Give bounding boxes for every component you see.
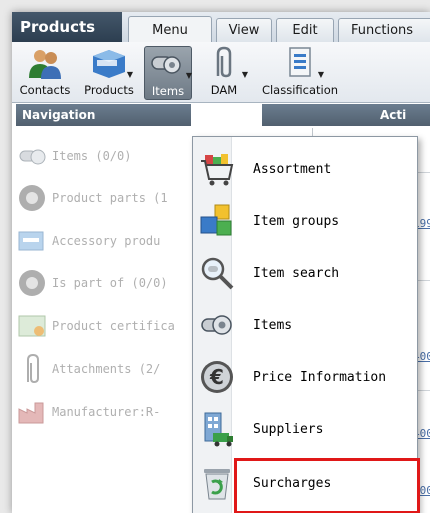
menu-item-assortment[interactable]: Assortment bbox=[193, 143, 417, 195]
navigation-header-label: Navigation bbox=[22, 108, 96, 122]
nav-item-product-certificates[interactable]: Product certifica bbox=[16, 309, 216, 343]
nav-item-label: Accessory produ bbox=[52, 234, 161, 248]
magnifier-icon bbox=[199, 255, 235, 291]
euro-icon: € bbox=[199, 359, 235, 395]
nav-item-label: Is part of (0/0) bbox=[52, 276, 168, 290]
accessory-icon bbox=[16, 226, 50, 256]
menu-item-label: Item groups bbox=[253, 213, 340, 229]
content-header-label: Acti bbox=[380, 108, 407, 122]
nav-item-accessory-products[interactable]: Accessory produ bbox=[16, 224, 216, 258]
tab-view[interactable]: View bbox=[216, 18, 272, 42]
tab-edit[interactable]: Edit bbox=[276, 18, 334, 42]
contacts-icon bbox=[25, 46, 65, 80]
items-icon bbox=[16, 141, 50, 171]
nav-item-label: Items (0/0) bbox=[52, 149, 132, 163]
tire-icon bbox=[16, 183, 50, 213]
ribbon-label: Products bbox=[84, 83, 134, 97]
nav-item-label: Attachments (2/ bbox=[52, 362, 161, 376]
nav-item-is-part-of[interactable]: Is part of (0/0) bbox=[16, 266, 216, 300]
chevron-down-icon: ▼ bbox=[241, 70, 248, 79]
tab-label: Menu bbox=[152, 22, 188, 38]
menu-item-items[interactable]: Items bbox=[193, 299, 417, 351]
chevron-down-icon: ▼ bbox=[317, 70, 324, 79]
factory-icon bbox=[16, 397, 50, 427]
ribbon-toolbar: Contacts ▼ Products ▼ Items ▼ DAM ▼ Clas… bbox=[12, 42, 430, 103]
classification-button[interactable]: ▼ Classification bbox=[256, 46, 344, 100]
navigation-header: Navigation bbox=[16, 104, 191, 126]
nav-item-manufacturer[interactable]: Manufacturer:R- bbox=[16, 395, 216, 429]
ribbon-label: Contacts bbox=[19, 83, 71, 97]
products-button[interactable]: ▼ Products bbox=[80, 46, 138, 100]
items-icon: ▼ bbox=[148, 47, 192, 81]
products-icon: ▼ bbox=[89, 46, 133, 80]
nav-item-product-parts[interactable]: Product parts (1 bbox=[16, 181, 216, 215]
nav-item-items[interactable]: Items (0/0) bbox=[16, 139, 216, 173]
cubes-icon bbox=[199, 203, 235, 239]
chevron-down-icon: ▼ bbox=[185, 71, 192, 80]
svg-text:€: € bbox=[209, 365, 224, 389]
items-button[interactable]: ▼ Items bbox=[144, 46, 192, 100]
app-tab-products[interactable]: Products bbox=[12, 12, 122, 42]
nav-item-label: Product parts (1 bbox=[52, 191, 168, 205]
nav-item-label: Product certifica bbox=[52, 319, 175, 333]
items-icon bbox=[199, 307, 235, 343]
menu-item-item-search[interactable]: Item search bbox=[193, 247, 417, 299]
menu-item-label: Item search bbox=[253, 265, 340, 281]
menu-item-label: Items bbox=[253, 317, 293, 333]
menu-item-label: Suppliers bbox=[253, 421, 324, 437]
tire-icon bbox=[16, 268, 50, 298]
classification-icon: ▼ bbox=[280, 46, 324, 80]
paperclip-icon bbox=[16, 353, 50, 384]
tab-label: View bbox=[228, 23, 260, 38]
menu-item-label: Assortment bbox=[253, 161, 332, 177]
nav-item-attachments[interactable]: Attachments (2/ bbox=[16, 352, 216, 386]
tab-label: Edit bbox=[292, 23, 318, 38]
certificate-icon bbox=[16, 311, 50, 341]
recycle-bin-icon bbox=[199, 465, 235, 501]
paperclip-icon: ▼ bbox=[204, 46, 248, 80]
items-dropdown-menu: Assortment Item groups Item search Items… bbox=[192, 136, 418, 513]
ribbon-label: DAM bbox=[210, 83, 238, 97]
dam-button[interactable]: ▼ DAM bbox=[198, 46, 250, 100]
nav-item-label: Manufacturer:R- bbox=[52, 405, 161, 419]
tab-label: Functions bbox=[351, 23, 414, 38]
contacts-button[interactable]: Contacts bbox=[16, 46, 74, 100]
shopping-cart-icon bbox=[199, 151, 235, 187]
surcharges-highlight-box bbox=[234, 458, 420, 513]
menu-item-price-information[interactable]: € Price Information bbox=[193, 351, 417, 403]
chevron-down-icon: ▼ bbox=[126, 70, 133, 79]
content-header: Acti bbox=[262, 104, 430, 126]
app-tab-label: Products bbox=[20, 18, 96, 36]
building-truck-icon bbox=[199, 411, 235, 447]
menu-item-label: Price Information bbox=[253, 369, 387, 385]
application-window: Products Menu View Edit Functions Contac… bbox=[12, 12, 430, 513]
ribbon-label: Items bbox=[151, 84, 185, 98]
ribbon-label: Classification bbox=[261, 83, 339, 97]
tab-functions[interactable]: Functions bbox=[338, 18, 430, 42]
menu-item-suppliers[interactable]: Suppliers bbox=[193, 403, 417, 455]
menu-item-item-groups[interactable]: Item groups bbox=[193, 195, 417, 247]
tab-menu[interactable]: Menu bbox=[128, 16, 212, 43]
tab-bar: Products Menu View Edit Functions bbox=[12, 12, 430, 43]
